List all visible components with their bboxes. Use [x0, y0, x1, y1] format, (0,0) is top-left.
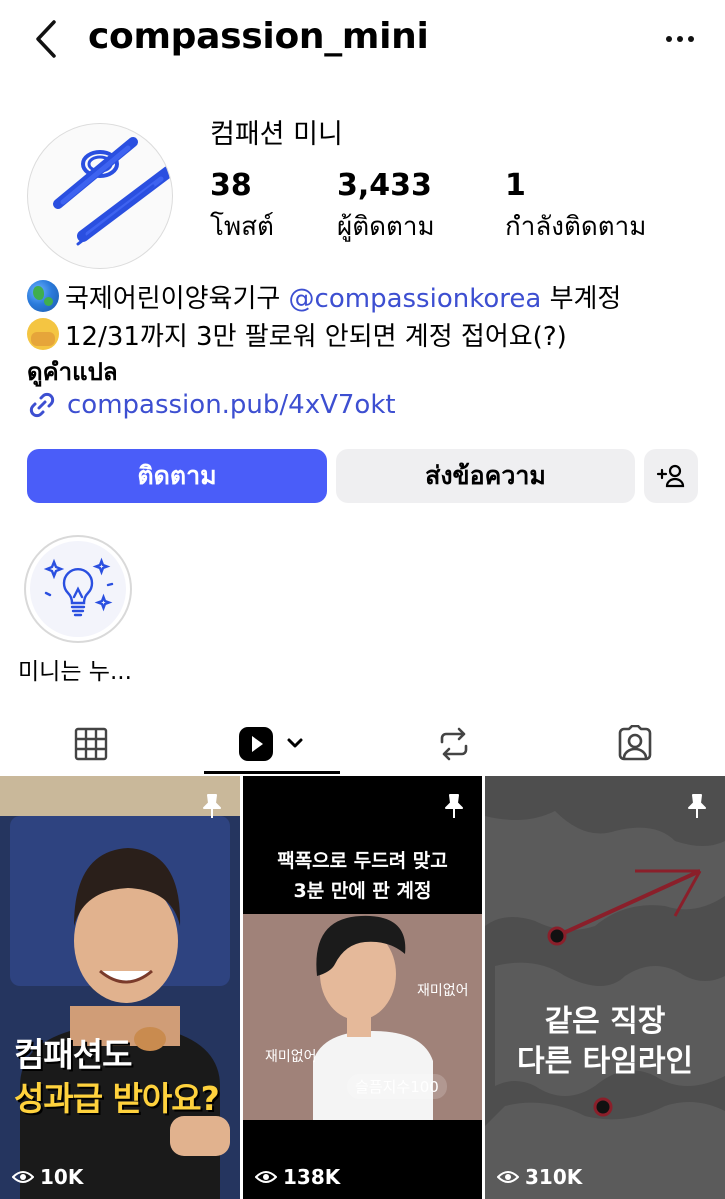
followers-count: 3,433	[337, 168, 432, 203]
reel-headline-2: 3분 만에 판 계정	[293, 880, 432, 902]
reel-3-map-image	[485, 776, 725, 1199]
see-translation-link[interactable]: ดูคำแปล	[27, 352, 118, 391]
pin-icon	[445, 794, 463, 818]
lightbulb-icon	[43, 557, 114, 617]
reel-bubble-3: 슬픔지수100	[347, 1074, 447, 1099]
grid-icon	[74, 727, 107, 761]
back-chevron-icon[interactable]	[30, 18, 64, 60]
following-count: 1	[505, 168, 526, 203]
profile-website-link[interactable]: compassion.pub/4xV7okt	[27, 390, 396, 420]
reel-view-count: 310K	[497, 1165, 582, 1189]
tab-reels[interactable]	[204, 713, 340, 775]
website-url: compassion.pub/4xV7okt	[67, 390, 396, 420]
reel-caption-2: 다른 타임라인	[516, 1044, 694, 1079]
tab-tagged[interactable]	[544, 713, 725, 775]
message-button[interactable]: ส่งข้อความ	[336, 449, 635, 503]
followers-stat[interactable]: 3,433 ผู้ติดตาม	[337, 168, 435, 247]
active-tab-indicator	[204, 771, 340, 774]
facepalm-emoji-icon	[27, 318, 59, 350]
link-icon	[29, 392, 55, 418]
play-eye-icon	[255, 1171, 277, 1183]
bio-line-2: 12/31까지 3만 팔로워 안되면 계정 접어요(?)	[27, 316, 707, 353]
reel-thumbnail[interactable]: 팩폭으로 두드려 맞고 3분 만에 판 계정 재미없어 재미없어 슬픔지수100…	[243, 776, 482, 1199]
play-eye-icon	[497, 1171, 519, 1183]
posts-stat: 38 โพสต์	[210, 168, 274, 247]
bio-deadline-text: 12/31까지 3만 팔로워 안되면 계정 접어요(?)	[65, 322, 567, 352]
bio-suffix-text: 부계정	[549, 284, 622, 314]
tab-reposts[interactable]	[363, 713, 544, 775]
top-bar: compassion_mini	[0, 0, 725, 80]
bio-mention-link[interactable]: @compassionkorea	[289, 284, 542, 314]
reel-view-count: 138K	[255, 1165, 340, 1189]
reels-grid: 컴패션도 성과급 받아요? 10K 팩폭으로 두드려 맞고 3분 만에 판 계정…	[0, 776, 725, 1199]
repost-icon	[440, 727, 467, 761]
reel-bubble-1: 재미없어	[417, 983, 469, 999]
following-stat[interactable]: 1 กำลังติดตาม	[505, 168, 646, 247]
following-label: กำลังติดตาม	[505, 212, 647, 242]
profile-display-name: 컴패션 미니	[210, 119, 343, 150]
reel-thumbnail[interactable]: 같은 직장 다른 타임라인 310K	[485, 776, 725, 1199]
reel-headline-1: 팩폭으로 두드려 맞고	[277, 850, 448, 872]
follow-button[interactable]: ติดตาม	[27, 449, 327, 503]
posts-count: 38	[210, 168, 252, 203]
profile-avatar[interactable]	[27, 123, 173, 269]
play-eye-icon	[12, 1171, 34, 1183]
tagged-person-icon	[618, 725, 651, 761]
reel-caption-top: 컴패션도	[14, 1035, 132, 1074]
profile-handle: compassion_mini	[88, 16, 429, 57]
globe-emoji-icon	[27, 280, 59, 312]
posts-label: โพสต์	[210, 212, 274, 242]
suggested-people-button[interactable]	[644, 449, 698, 503]
highlight-label: 미니는 누...	[18, 659, 132, 685]
pin-icon	[203, 794, 221, 818]
reel-view-count: 10K	[12, 1165, 83, 1189]
bio-org-text: 국제어린이양육기구	[65, 284, 281, 314]
reel-caption-1: 같은 직장	[544, 1004, 666, 1039]
followers-label: ผู้ติดตาม	[337, 212, 435, 242]
reel-bubble-2: 재미없어	[265, 1049, 317, 1065]
add-person-icon	[656, 464, 685, 488]
tab-grid[interactable]	[0, 713, 181, 775]
bio-line-1: 국제어린이양육기구 @compassionkorea 부계정	[27, 278, 707, 315]
profile-tabs	[0, 713, 725, 775]
reel-caption-bottom: 성과급 받아요?	[14, 1079, 220, 1118]
compassion-logo-icon	[53, 137, 172, 246]
reels-play-icon	[239, 727, 303, 761]
story-highlight[interactable]	[24, 535, 132, 643]
more-options-icon[interactable]	[660, 22, 700, 56]
chevron-down-icon	[287, 738, 303, 748]
reel-1-image	[0, 776, 240, 1199]
pin-icon	[688, 794, 706, 818]
reel-thumbnail[interactable]: 컴패션도 성과급 받아요? 10K	[0, 776, 240, 1199]
